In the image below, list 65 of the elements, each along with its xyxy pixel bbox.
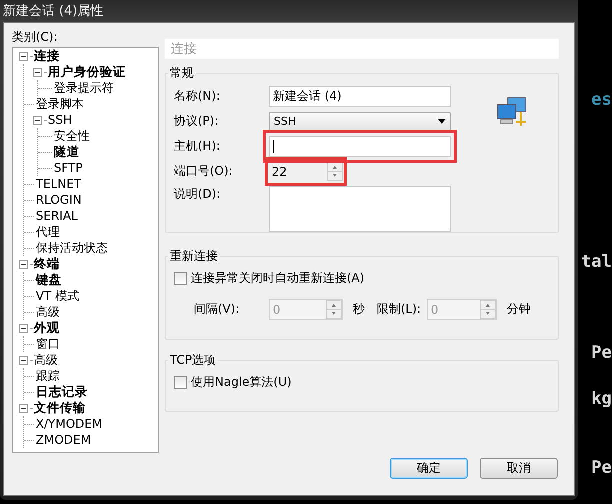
- tree-item[interactable]: 键盘: [36, 272, 62, 288]
- tree-item[interactable]: 连接: [34, 48, 60, 64]
- tree-item[interactable]: 代理: [36, 224, 60, 240]
- field-label: 协议(P):: [174, 113, 220, 130]
- text-cursor: [273, 140, 274, 153]
- panel-title: 连接: [165, 39, 559, 59]
- tree-item[interactable]: TELNET: [36, 177, 82, 191]
- terminal-text: es: [592, 89, 612, 111]
- tree-item[interactable]: 窗口: [36, 336, 60, 352]
- checkbox[interactable]: [174, 272, 187, 284]
- checkbox[interactable]: [174, 376, 187, 388]
- name-field[interactable]: 新建会话 (4): [269, 86, 451, 107]
- collapse-icon[interactable]: [19, 260, 28, 268]
- tree-item[interactable]: 用户身份验证: [48, 64, 126, 80]
- collapse-icon[interactable]: [33, 68, 42, 76]
- tree-item[interactable]: 隧道: [54, 144, 80, 160]
- field-label: 限制(L):: [377, 301, 422, 318]
- checkbox-label: 使用Nagle算法(U): [191, 374, 292, 390]
- category-label: 类别(C):: [12, 29, 58, 46]
- collapse-icon[interactable]: [33, 116, 42, 124]
- tree-item[interactable]: 文件传输: [34, 400, 86, 416]
- tree-item[interactable]: 终端: [34, 256, 60, 272]
- tree-item[interactable]: 登录脚本: [36, 96, 84, 112]
- dropdown-arrow-icon: [438, 119, 446, 124]
- unit-label: 秒: [353, 301, 365, 318]
- tree-item[interactable]: RLOGIN: [36, 193, 82, 207]
- protocol-dropdown[interactable]: SSH: [269, 112, 451, 132]
- unit-label: 分钟: [507, 301, 531, 318]
- port-field[interactable]: 22: [269, 161, 343, 182]
- tree-item[interactable]: 日志记录: [36, 384, 88, 400]
- collapse-icon[interactable]: [19, 324, 28, 332]
- tree-item[interactable]: ZMODEM: [36, 433, 92, 447]
- tree-item[interactable]: SFTP: [54, 161, 83, 175]
- window-title: 新建会话 (4)属性: [3, 3, 104, 20]
- terminal-text: tal: [581, 251, 612, 273]
- tree-item[interactable]: 跟踪: [36, 368, 60, 384]
- tree-item[interactable]: 保持活动状态: [36, 240, 108, 256]
- tree-item[interactable]: 高级: [36, 304, 60, 320]
- tree-item[interactable]: 安全性: [54, 128, 90, 144]
- spinner-arrows-icon[interactable]: [327, 162, 343, 181]
- cancel-button[interactable]: 取消: [480, 458, 558, 479]
- terminal-text: Pe: [592, 342, 612, 364]
- tree-item[interactable]: 高级: [34, 352, 58, 368]
- terminal-text: kg: [592, 388, 612, 410]
- field-label: 主机(H):: [174, 138, 222, 155]
- tree-item[interactable]: SSH: [48, 113, 72, 127]
- collapse-icon[interactable]: [19, 52, 28, 60]
- checkbox-label: 连接异常关闭时自动重新连接(A): [191, 270, 365, 286]
- field-label: 端口号(O):: [174, 163, 234, 180]
- terminal-text: Pe: [592, 457, 612, 479]
- category-tree[interactable]: 连接 用户身份验证 登录提示符 登录脚本 SSH 安全性 隧道 SFTP TELNET RLOGIN SERIAL 代理 保持活动状态 终端 键盘 VT 模式 高级 外观 窗口 高级 跟踪 日志记录 文件传输 X/YMODEM ZMODEM: [12, 47, 159, 453]
- tree-item[interactable]: X/YMODEM: [36, 417, 103, 431]
- field-label: 说明(D):: [174, 186, 222, 203]
- description-field[interactable]: [269, 186, 451, 232]
- group-title: TCP选项: [168, 352, 218, 369]
- field-label: 名称(N):: [174, 88, 222, 105]
- ok-button[interactable]: 确定: [390, 458, 468, 479]
- tree-item[interactable]: SERIAL: [36, 209, 78, 223]
- group-title: 重新连接: [168, 248, 220, 265]
- tree-item[interactable]: 外观: [34, 320, 60, 336]
- tree-item[interactable]: 登录提示符: [54, 80, 114, 96]
- tree-item[interactable]: VT 模式: [36, 288, 80, 304]
- collapse-icon[interactable]: [19, 404, 28, 412]
- collapse-icon[interactable]: [19, 356, 28, 364]
- field-label: 间隔(V):: [194, 301, 241, 318]
